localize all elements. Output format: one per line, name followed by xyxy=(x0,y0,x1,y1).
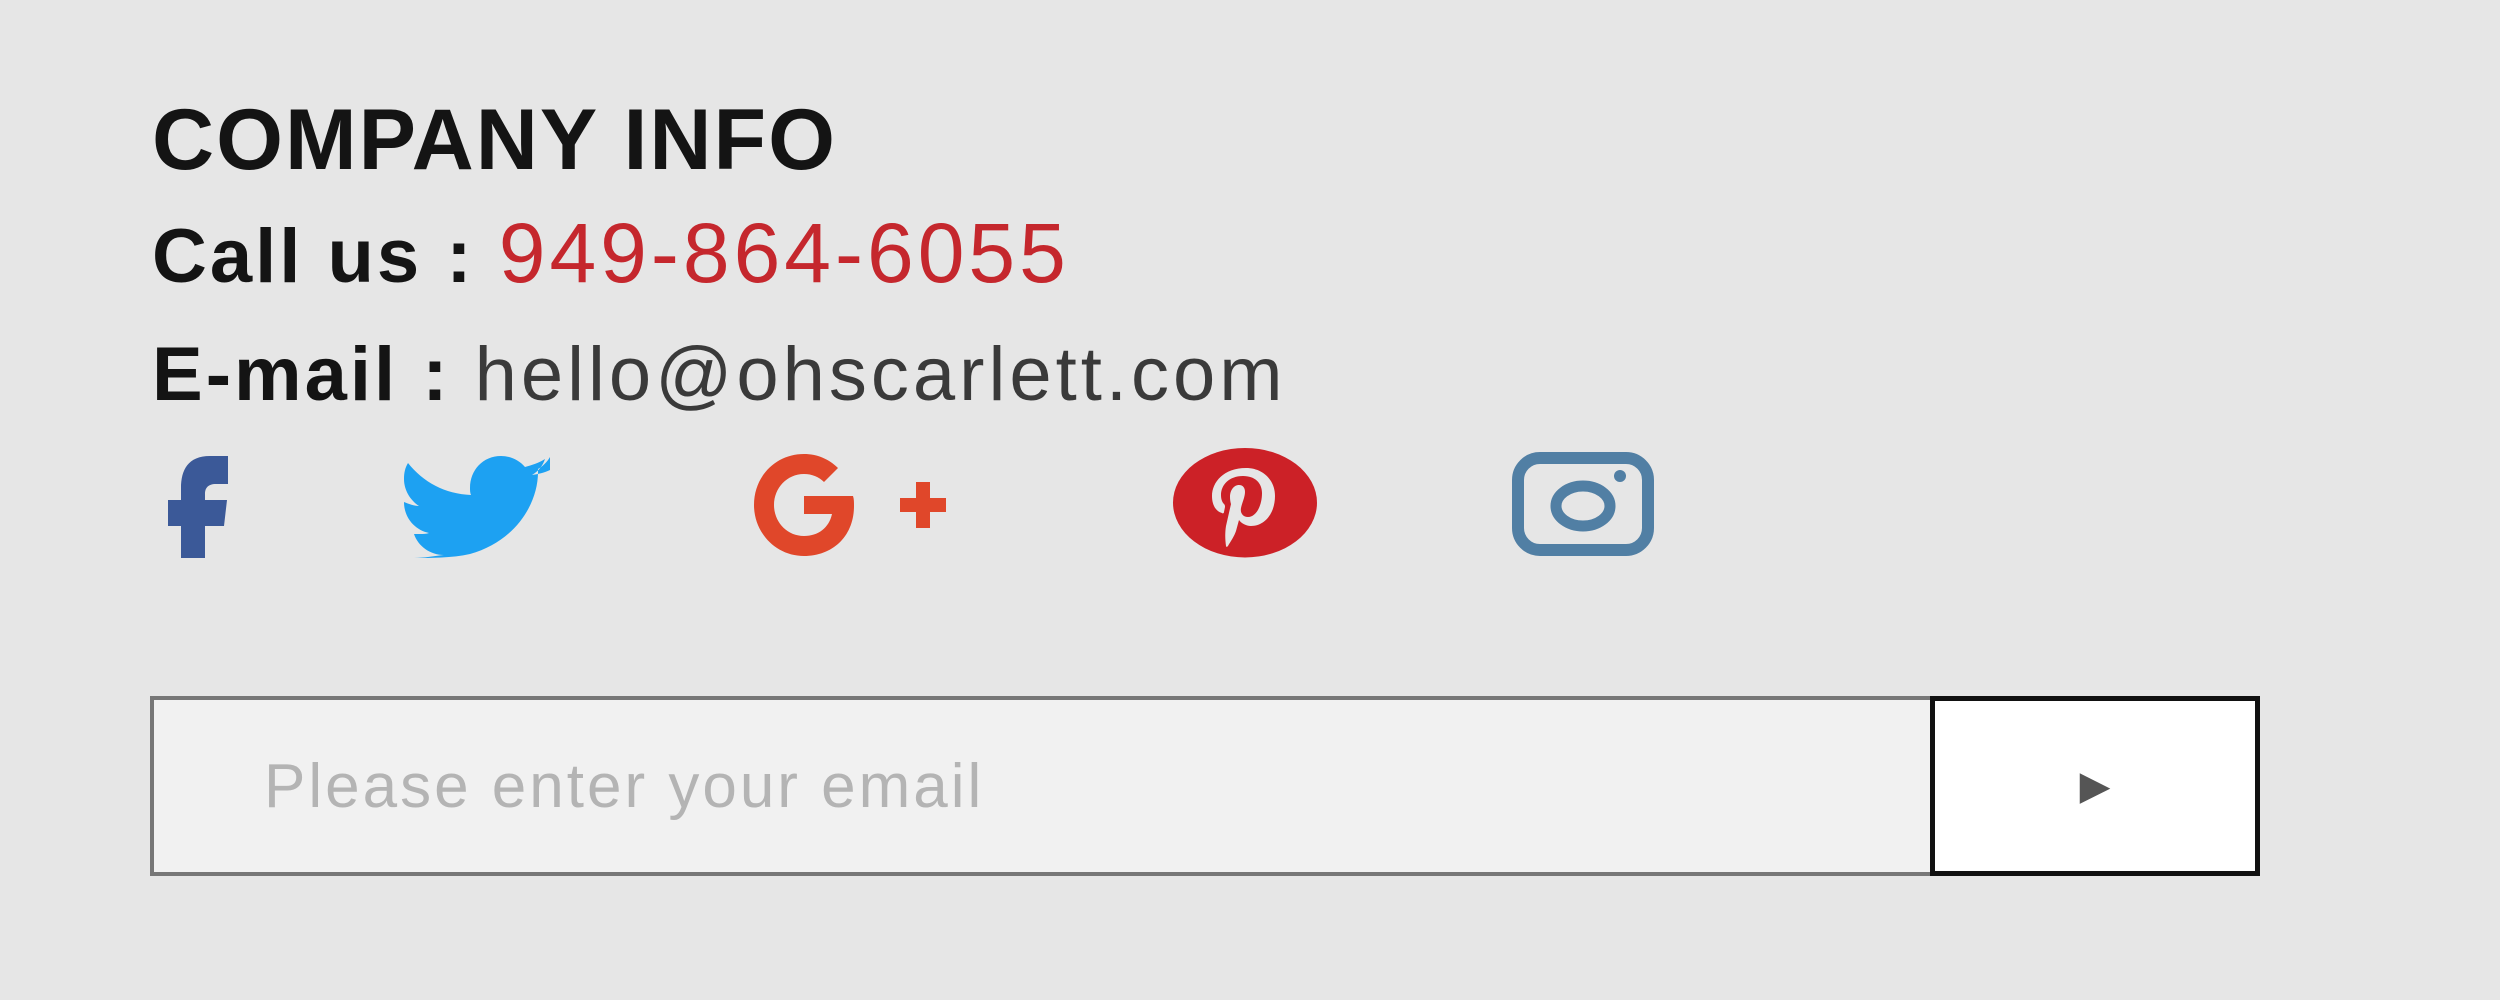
play-arrow-icon: ▶ xyxy=(2079,763,2111,809)
facebook-icon[interactable] xyxy=(70,448,230,558)
phone-number-link[interactable]: 949-864-6055 xyxy=(499,206,1070,300)
newsletter-email-input[interactable] xyxy=(150,696,1930,876)
email-address-link[interactable]: hello@ohscarlett.com xyxy=(475,332,1287,417)
pinterest-icon[interactable] xyxy=(1160,448,1330,558)
twitter-icon[interactable] xyxy=(400,448,560,558)
company-info-section: COMPANY INFO Call us : 949-864-6055 E-ma… xyxy=(0,0,2500,1000)
google-plus-icon[interactable] xyxy=(750,448,980,558)
phone-line: Call us : 949-864-6055 xyxy=(152,208,1070,302)
newsletter-submit-button[interactable]: ▶ xyxy=(1930,696,2260,876)
phone-label: Call us : xyxy=(152,214,475,299)
instagram-icon[interactable] xyxy=(1510,448,1660,558)
email-label: E-mail : xyxy=(152,332,451,417)
newsletter-form: ▶ xyxy=(150,696,2260,876)
email-line: E-mail : hello@ohscarlett.com xyxy=(152,330,1287,420)
section-heading: COMPANY INFO xyxy=(152,92,837,188)
